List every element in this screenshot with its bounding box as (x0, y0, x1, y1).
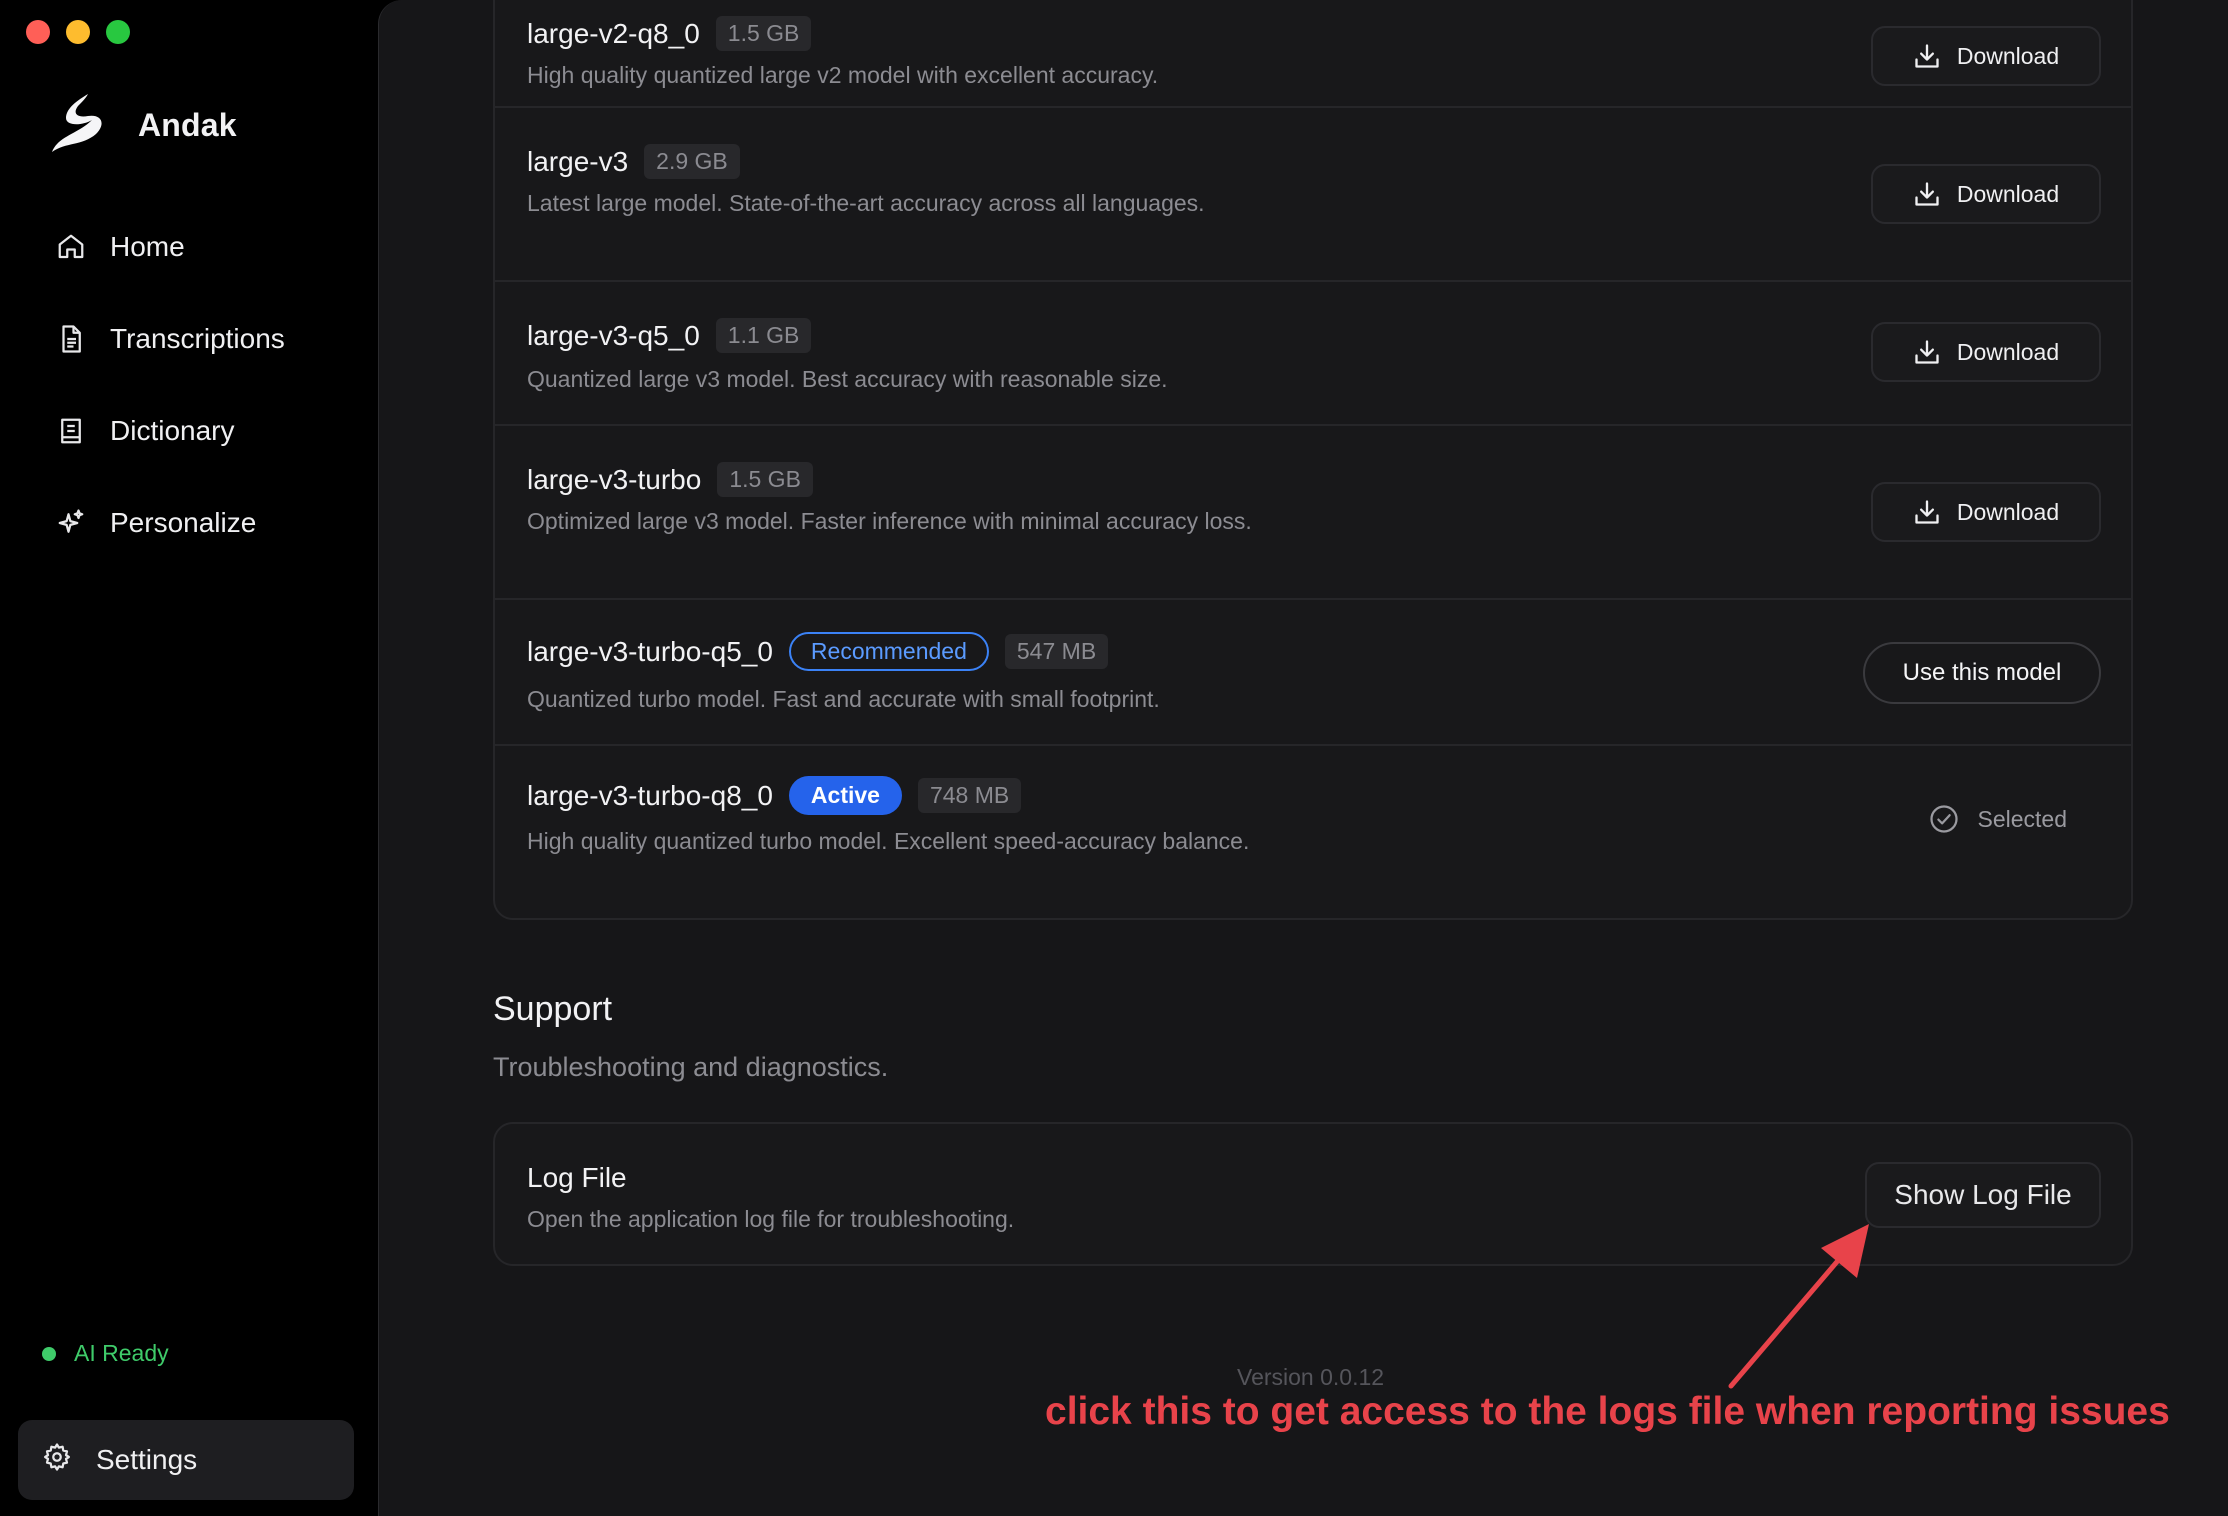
download-button[interactable]: Download (1871, 322, 2101, 382)
download-button[interactable]: Download (1871, 482, 2101, 542)
model-description: Quantized large v3 model. Best accuracy … (527, 366, 1168, 392)
status-dot-icon (42, 1346, 56, 1361)
selected-indicator: Selected (1929, 804, 2067, 834)
download-label: Download (1956, 42, 2060, 69)
model-name: large-v3-turbo (527, 463, 702, 495)
model-row-large-v3-turbo-q5_0: large-v3-turbo-q5_0 Recommended 547 MB Q… (495, 600, 2131, 746)
model-head: large-v3 2.9 GB (527, 144, 740, 179)
model-name: large-v2-q8_0 (527, 17, 700, 49)
sidebar-nav: Home Transcriptions Dictionary Personali… (18, 215, 358, 583)
model-description: Quantized turbo model. Fast and accurate… (527, 686, 1160, 712)
support-heading: Support (493, 990, 613, 1028)
download-icon (1915, 340, 1939, 364)
download-button[interactable]: Download (1871, 164, 2101, 224)
model-size: 748 MB (917, 778, 1022, 813)
model-row-large-v2-q8_0: large-v2-q8_0 1.5 GB High quality quanti… (495, 0, 2131, 108)
download-icon (1915, 44, 1939, 68)
model-head: large-v2-q8_0 1.5 GB (527, 16, 812, 51)
model-description: High quality quantized large v2 model wi… (527, 62, 1159, 88)
sidebar-item-settings[interactable]: Settings (18, 1420, 354, 1500)
sidebar-item-home[interactable]: Home (18, 215, 358, 279)
log-file-description: Open the application log file for troubl… (527, 1206, 1015, 1232)
close-window-button[interactable] (26, 20, 50, 44)
model-size: 547 MB (1004, 634, 1109, 669)
model-size: 1.5 GB (717, 462, 813, 497)
model-head: large-v3-q5_0 1.1 GB (527, 318, 812, 353)
main-content: large-v2-q8_0 1.5 GB High quality quanti… (378, 0, 2228, 1516)
ai-status: AI Ready (42, 1340, 169, 1367)
home-icon (56, 232, 86, 262)
book-icon (56, 416, 86, 446)
model-row-large-v3: large-v3 2.9 GB Latest large model. Stat… (495, 108, 2131, 282)
selected-label: Selected (1977, 805, 2067, 832)
sidebar: Andak Home Transcriptions Dictionary Per… (0, 0, 378, 1516)
model-description: Optimized large v3 model. Faster inferen… (527, 508, 1252, 534)
brand: Andak (48, 90, 237, 160)
sidebar-item-dictionary[interactable]: Dictionary (18, 399, 358, 463)
model-head: large-v3-turbo 1.5 GB (527, 462, 813, 497)
annotation-text: click this to get access to the logs fil… (1045, 1390, 2170, 1433)
download-button[interactable]: Download (1871, 26, 2101, 86)
download-label: Download (1956, 338, 2060, 365)
check-circle-icon (1930, 805, 1959, 833)
log-file-card: Log File Open the application log file f… (493, 1122, 2133, 1266)
window-controls (26, 20, 130, 44)
sidebar-item-label: Personalize (110, 507, 257, 538)
model-head: large-v3-turbo-q8_0 Active 748 MB (527, 776, 1022, 815)
andak-logo-icon (48, 90, 108, 160)
model-name: large-v3 (527, 145, 629, 177)
model-row-large-v3-q5_0: large-v3-q5_0 1.1 GB Quantized large v3 … (495, 282, 2131, 426)
active-badge: Active (788, 776, 902, 815)
model-name: large-v3-turbo-q8_0 (527, 779, 773, 811)
download-label: Download (1956, 498, 2060, 525)
sidebar-item-transcriptions[interactable]: Transcriptions (18, 307, 358, 371)
model-row-large-v3-turbo: large-v3-turbo 1.5 GB Optimized large v3… (495, 426, 2131, 600)
model-size: 2.9 GB (644, 144, 740, 179)
model-name: large-v3-q5_0 (527, 319, 700, 351)
maximize-window-button[interactable] (106, 20, 130, 44)
use-this-model-button[interactable]: Use this model (1863, 642, 2101, 704)
app-name: Andak (138, 106, 237, 143)
download-label: Download (1956, 180, 2060, 207)
model-row-large-v3-turbo-q8_0: large-v3-turbo-q8_0 Active 748 MB High q… (495, 746, 2131, 922)
version-text: Version 0.0.12 (1237, 1364, 1385, 1390)
recommended-badge: Recommended (788, 632, 989, 671)
show-log-file-button[interactable]: Show Log File (1865, 1162, 2101, 1228)
log-file-title: Log File (527, 1162, 627, 1193)
model-size: 1.1 GB (715, 318, 812, 353)
gear-icon (42, 1442, 72, 1479)
models-list: large-v2-q8_0 1.5 GB High quality quanti… (493, 0, 2133, 920)
sidebar-item-personalize[interactable]: Personalize (18, 491, 358, 555)
support-subtitle: Troubleshooting and diagnostics. (493, 1052, 889, 1082)
sidebar-item-label: Dictionary (110, 415, 235, 446)
model-name: large-v3-turbo-q5_0 (527, 635, 773, 667)
model-size: 1.5 GB (715, 16, 812, 51)
minimize-window-button[interactable] (66, 20, 90, 44)
model-description: Latest large model. State-of-the-art acc… (527, 190, 1205, 216)
settings-label: Settings (96, 1444, 198, 1475)
model-description: High quality quantized turbo model. Exce… (527, 828, 1250, 854)
model-head: large-v3-turbo-q5_0 Recommended 547 MB (527, 632, 1109, 671)
sparkles-icon (56, 508, 86, 538)
sidebar-item-label: Home (110, 231, 185, 262)
document-icon (56, 324, 86, 354)
download-icon (1915, 182, 1939, 206)
download-icon (1915, 500, 1939, 524)
sidebar-item-label: Transcriptions (110, 323, 285, 354)
status-text: AI Ready (74, 1340, 169, 1366)
